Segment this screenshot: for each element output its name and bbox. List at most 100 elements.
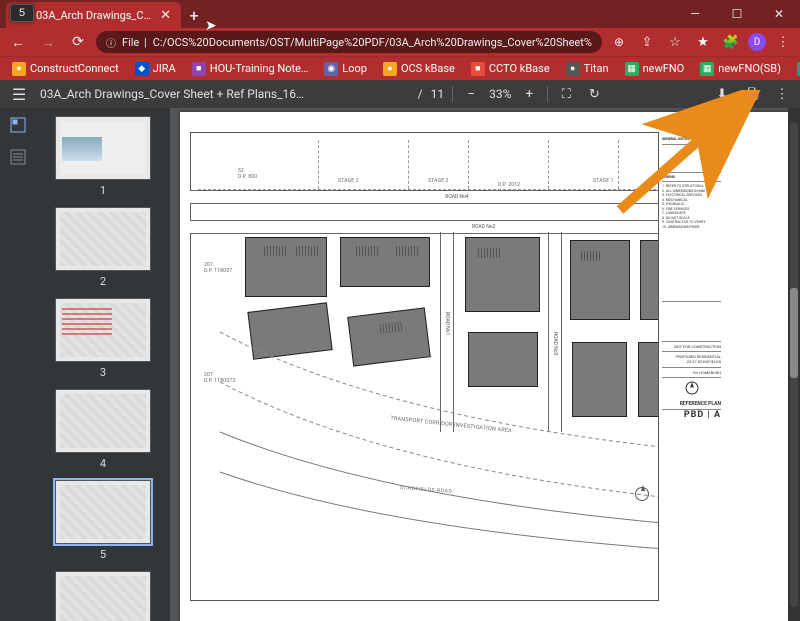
building-block xyxy=(245,237,327,297)
north-arrow-icon xyxy=(635,487,649,501)
building-block xyxy=(465,237,540,312)
road-no1: ROAD No1 xyxy=(440,232,454,432)
pdf-toolbar: ☰ 03A_Arch Drawings_Cover Sheet + Ref Pl… xyxy=(0,80,800,108)
profile-avatar[interactable]: D xyxy=(748,33,766,51)
firm-logo: PBD | A xyxy=(662,410,721,420)
bookmark-item[interactable]: ▦newFNO xyxy=(619,60,691,78)
print-button[interactable]: 🖨 xyxy=(742,84,762,104)
separator xyxy=(547,86,548,102)
pdf-thumbnail-6[interactable]: 6 xyxy=(55,571,151,621)
building-block xyxy=(468,332,538,387)
outline-mode-icon[interactable] xyxy=(9,148,27,166)
pdf-filename: 03A_Arch Drawings_Cover Sheet + Ref Plan… xyxy=(40,87,310,101)
thumbnail-number: 5 xyxy=(100,548,106,561)
tab-close-icon[interactable]: ✕ xyxy=(160,8,171,23)
window-titlebar: ◉ 03A_Arch Drawings_Cover Sheet ✕ + — ☐ … xyxy=(0,0,800,28)
pdf-right-controls: ⬇ 🖨 ⋮ xyxy=(712,84,792,104)
client-name: for HOMEBUSH xyxy=(662,368,721,378)
pdf-page-5: 52 D.P. 800 STAGE 2 STAGE 2 D.P. 2012 ST… xyxy=(180,112,794,621)
zoom-level: 33% xyxy=(489,87,511,101)
minimize-button[interactable]: — xyxy=(674,0,716,28)
thumbnail-number: 4 xyxy=(100,457,106,470)
maximize-button[interactable]: ☐ xyxy=(716,0,758,28)
thumbnails-mode-icon[interactable] xyxy=(9,116,27,134)
building-block xyxy=(347,307,431,366)
close-window-button[interactable]: ✕ xyxy=(758,0,800,28)
bookmark-icon: ▦ xyxy=(700,62,714,76)
reload-button[interactable]: ⟳ xyxy=(66,30,90,54)
bookmark-item[interactable]: ●OCS kBase xyxy=(377,60,461,78)
download-button[interactable]: ⬇ xyxy=(712,84,732,104)
back-button[interactable]: ← xyxy=(6,30,30,54)
pdf-thumbnail-3[interactable]: 3 xyxy=(55,298,151,379)
thumbnail-number: 1 xyxy=(100,184,106,197)
drawing-title: REFERENCE PLAN xyxy=(662,399,721,411)
address-bar: ← → ⟳ ⓘ File | C:/OCS%20Documents/OST/Mu… xyxy=(0,28,800,56)
lock-icon: ⓘ xyxy=(106,35,116,50)
share-icon[interactable]: ⇪ xyxy=(636,31,658,53)
scrollbar-grip[interactable] xyxy=(790,288,798,378)
general-notes-header: GENERAL NOTES xyxy=(662,135,721,145)
translate-icon[interactable]: ⊕ xyxy=(608,31,630,53)
bookmark-item[interactable]: ◆JIRA xyxy=(129,60,182,78)
bookmark-item[interactable]: ◆UltiPro xyxy=(791,60,800,78)
road-no4: ROAD No4 xyxy=(190,190,724,204)
bookmark-icon: ● xyxy=(566,62,580,76)
not-for-construction: NOT FOR CONSTRUCTION xyxy=(662,342,721,352)
bookmark-icon: ▦ xyxy=(625,62,639,76)
lot-label: 207 D.P. 118007 xyxy=(204,262,232,274)
thumbnail-image xyxy=(55,298,151,362)
building-block xyxy=(572,342,627,417)
pdf-page-number-input[interactable] xyxy=(10,4,34,22)
building-block xyxy=(247,302,332,359)
lot-label: 207 D.P. 1180073 xyxy=(204,372,235,384)
pdf-thumbnail-panel[interactable]: 1 2 3 4 5 6 xyxy=(36,108,170,621)
fit-page-button[interactable]: ⛶ xyxy=(556,84,576,104)
vertical-scrollbar[interactable] xyxy=(788,108,800,621)
thumbnail-image xyxy=(55,389,151,453)
separator xyxy=(452,86,453,102)
pdf-page-total: 11 xyxy=(431,87,445,101)
bookmark-item[interactable]: ●ConstructConnect xyxy=(6,60,125,78)
notes-column: 1. REFER TO STRUCTURAL 2. ALL DIMENSIONS… xyxy=(662,182,721,302)
bookmark-icon: ◉ xyxy=(324,62,338,76)
extension-icon[interactable]: ★ xyxy=(692,31,714,53)
thumbnail-image xyxy=(55,571,151,621)
bookmark-item[interactable]: ■HOU-Training Note… xyxy=(186,60,315,78)
project-name: PROPOSED RESIDENTIAL 23-27 SCHOFIELDS xyxy=(662,352,721,367)
thumbnail-image xyxy=(55,116,151,180)
plan-header: 52 D.P. 800 STAGE 2 STAGE 2 D.P. 2012 ST… xyxy=(198,140,716,194)
forward-button[interactable]: → xyxy=(36,30,60,54)
rotate-button[interactable]: ↻ xyxy=(584,84,604,104)
building-block xyxy=(340,237,430,287)
bookmark-item[interactable]: ●Titan xyxy=(560,60,615,78)
chrome-menu-button[interactable]: ⋮ xyxy=(772,31,794,53)
north-compass-icon xyxy=(685,381,699,395)
drawing-titleblock: GENERAL NOTES LEGEND 1. REFER TO STRUCTU… xyxy=(658,132,724,601)
pdf-page-controls: / 11 − 33% + ⛶ ↻ xyxy=(418,84,605,104)
bookmark-item[interactable]: ◉Loop xyxy=(318,60,373,78)
zoom-in-button[interactable]: + xyxy=(519,84,539,104)
url-input[interactable]: ⓘ File | C:/OCS%20Documents/OST/MultiPag… xyxy=(96,31,602,53)
pdf-thumbnail-2[interactable]: 2 xyxy=(55,207,151,288)
thumbnail-image xyxy=(55,480,151,544)
pdf-thumbnail-1[interactable]: 1 xyxy=(55,116,151,197)
pdf-more-button[interactable]: ⋮ xyxy=(772,84,792,104)
bookmark-item[interactable]: ▦newFNO(SB) xyxy=(694,60,787,78)
pdf-sidebar-toggle[interactable]: ☰ xyxy=(8,85,30,104)
tab-title: 03A_Arch Drawings_Cover Sheet xyxy=(36,9,154,22)
pdf-thumbnail-4[interactable]: 4 xyxy=(55,389,151,470)
new-tab-button[interactable]: + xyxy=(181,2,207,28)
pdf-main-view[interactable]: 52 D.P. 800 STAGE 2 STAGE 2 D.P. 2012 ST… xyxy=(170,108,800,621)
zoom-out-button[interactable]: − xyxy=(461,84,481,104)
pdf-thumbnail-5[interactable]: 5 xyxy=(55,480,151,561)
building-block xyxy=(570,240,630,320)
bookmark-icon: ■ xyxy=(192,62,206,76)
pdf-sidebar-strip xyxy=(0,108,36,621)
thumbnail-number: 2 xyxy=(100,275,106,288)
bookmark-item[interactable]: ■CCTO kBase xyxy=(465,60,556,78)
thumbnail-number: 3 xyxy=(100,366,106,379)
bookmark-star-icon[interactable]: ☆ xyxy=(664,31,686,53)
extensions-puzzle-icon[interactable]: 🧩 xyxy=(720,31,742,53)
file-chip: File | xyxy=(122,36,147,49)
